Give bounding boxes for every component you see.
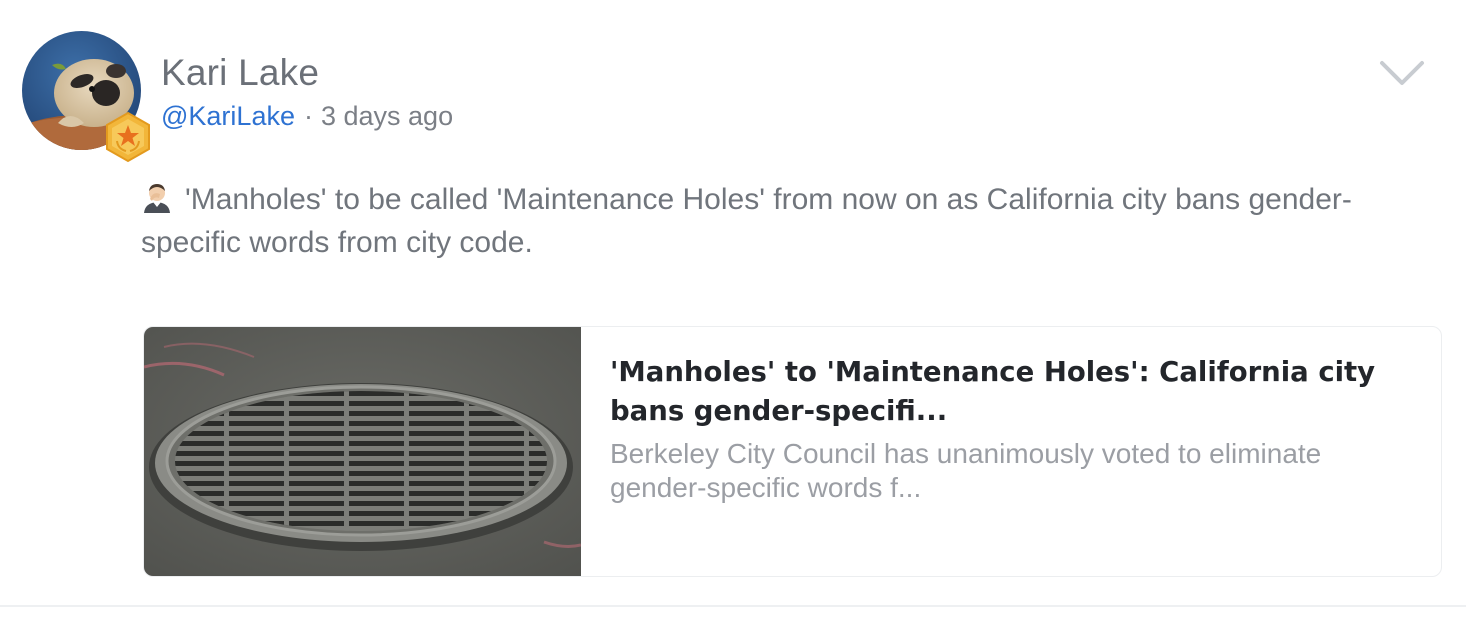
author-handle[interactable]: @KariLake [161,101,295,131]
link-card-title[interactable]: 'Manholes' to 'Maintenance Holes': Calif… [610,353,1410,431]
post-text: 'Manholes' to be called 'Maintenance Hol… [141,183,1352,259]
link-preview-card[interactable]: 'Manholes' to 'Maintenance Holes': Calif… [143,326,1442,577]
next-post-edge [0,607,1466,626]
post-card: Kari Lake @KariLake · 3 days ago 'Manholes… [0,0,1466,606]
post-meta: @KariLake · 3 days ago [161,101,453,132]
post-timestamp[interactable]: 3 days ago [321,101,453,131]
post-text-container: 'Manholes' to be called 'Maintenance Hol… [141,178,1431,264]
author-name[interactable]: Kari Lake [161,52,319,94]
meta-separator: · [303,101,313,131]
man-facepalming-emoji [141,181,173,213]
manhole-cover-photo [144,327,581,576]
gold-star-badge-icon [104,111,152,163]
link-card-description: Berkeley City Council has unanimously vo… [610,438,1322,503]
chevron-down-icon[interactable] [1376,55,1428,91]
